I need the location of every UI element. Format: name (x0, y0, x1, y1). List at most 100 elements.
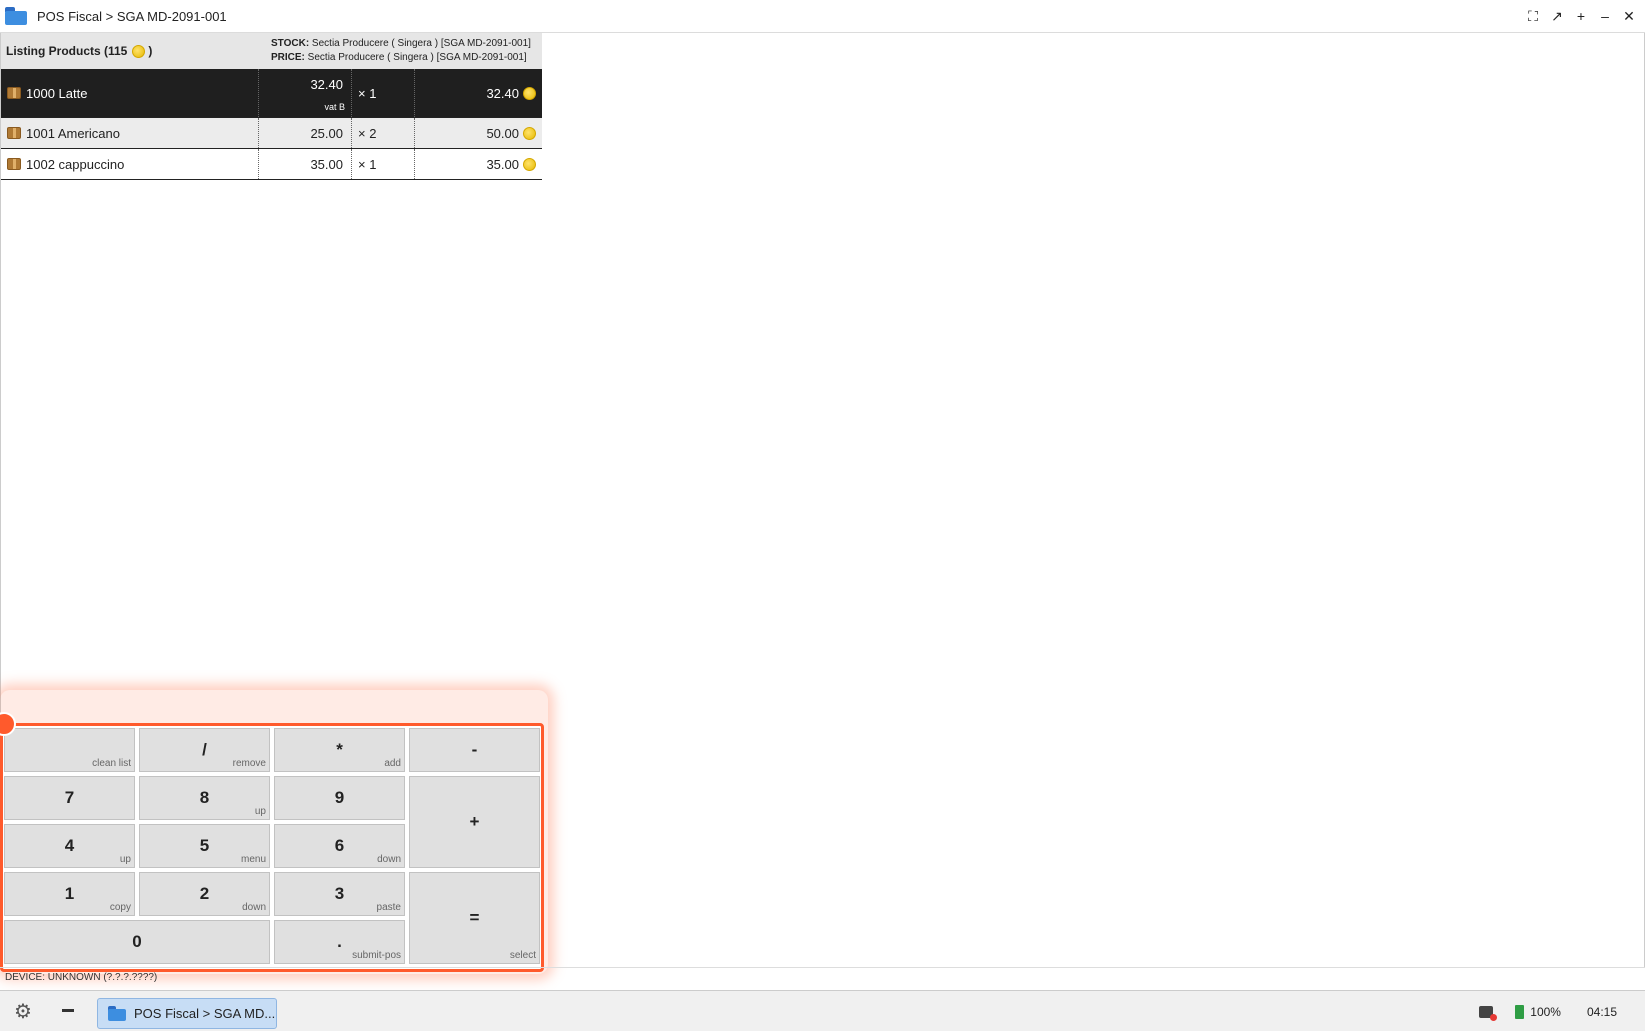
key-7-button[interactable]: 7 (4, 776, 135, 820)
taskbar-app-label: POS Fiscal > SGA MD... (134, 1006, 276, 1021)
product-name: 1000 Latte (26, 85, 88, 101)
dot-button[interactable]: . submit-pos (274, 920, 405, 964)
key-8-button[interactable]: 8 up (139, 776, 270, 820)
key-sub: add (384, 758, 401, 769)
product-total-cell: 50.00 (415, 118, 542, 148)
folder-icon (5, 7, 27, 25)
product-total: 32.40 (486, 85, 519, 101)
minus-button[interactable]: - (409, 728, 540, 772)
key-sub: submit-pos (352, 950, 401, 961)
popout-icon[interactable]: ↗ (1547, 6, 1567, 26)
key-main: = (469, 908, 480, 927)
key-sub: menu (240, 854, 266, 865)
key-main: 2 (199, 884, 210, 903)
key-main: 1 (64, 884, 75, 903)
title-bar: POS Fiscal > SGA MD-2091-001 ⛶ ↗ + – ✕ (0, 0, 1645, 33)
taskbar-app-button[interactable]: POS Fiscal > SGA MD... (97, 998, 277, 1029)
product-price: 25.00 (310, 125, 343, 141)
product-name-cell: 1002 cappuccino (1, 149, 259, 179)
key-sub: select (509, 950, 536, 961)
product-name-cell: 1001 Americano (1, 118, 259, 148)
coin-icon (132, 44, 146, 58)
table-row[interactable]: 1002 cappuccino 35.00 × 1 35.00 (1, 149, 542, 180)
key-sub: remove (232, 758, 266, 769)
price-label: PRICE: (271, 52, 305, 63)
product-price: 35.00 (310, 156, 343, 172)
table-row[interactable]: 1001 Americano 25.00 × 2 50.00 (1, 118, 542, 149)
key-main: + (469, 812, 480, 831)
key-4-button[interactable]: 4 up (4, 824, 135, 868)
device-status: DEVICE: UNKNOWN (?.?.?.????) (0, 967, 1645, 987)
key-sub: up (254, 806, 266, 817)
key-sub: paste (376, 902, 401, 913)
key-main: 3 (334, 884, 345, 903)
product-qty-cell: × 2 (352, 118, 415, 148)
key-main: 9 (334, 788, 345, 807)
coin-icon (523, 86, 536, 100)
listing-title-text: Listing Products (115 (6, 44, 128, 58)
box-icon (7, 127, 21, 139)
key-main: 8 (199, 788, 210, 807)
battery-icon (1515, 1004, 1525, 1019)
gear-icon[interactable]: ⚙ (14, 1002, 34, 1022)
product-name-cell: 1000 Latte (1, 69, 259, 117)
price-value: Sectia Producere ( Singera ) [SGA MD-209… (304, 52, 527, 63)
key-main: * (336, 740, 343, 759)
minimize-all-icon[interactable] (62, 1009, 74, 1012)
listing-title: Listing Products (115 ) (6, 44, 152, 58)
price-line: PRICE: Sectia Producere ( Singera ) [SGA… (271, 51, 531, 65)
product-qty-cell: × 1 (352, 149, 415, 179)
key-main: - (471, 740, 478, 759)
clean-list-button[interactable]: clean list (4, 728, 135, 772)
key-main: 6 (334, 836, 345, 855)
key-6-button[interactable]: 6 down (274, 824, 405, 868)
key-5-button[interactable]: 5 menu (139, 824, 270, 868)
battery-percent: 100% (1530, 1004, 1561, 1019)
fullscreen-icon[interactable]: ⛶ (1523, 6, 1543, 26)
key-3-button[interactable]: 3 paste (274, 872, 405, 916)
key-0-button[interactable]: 0 (4, 920, 270, 964)
stock-line: STOCK: Sectia Producere ( Singera ) [SGA… (271, 37, 531, 51)
add-icon[interactable]: + (1571, 6, 1591, 26)
taskbar: ⚙ POS Fiscal > SGA MD... 100% 04:15 (0, 990, 1645, 1031)
key-main: 0 (132, 932, 142, 951)
window-title: POS Fiscal > SGA MD-2091-001 (37, 8, 227, 24)
equals-button[interactable]: = select (409, 872, 540, 964)
coin-icon (523, 157, 536, 171)
listing-header: Listing Products (115 ) STOCK: Sectia Pr… (1, 33, 542, 69)
product-name: 1002 cappuccino (26, 156, 125, 172)
product-total-cell: 35.00 (415, 149, 542, 179)
product-price-cell: 32.40 vat B (259, 69, 352, 117)
network-error-icon[interactable] (1479, 1005, 1498, 1021)
numeric-keypad: clean list / remove * add - 7 8 up 9 + 4 up … (0, 723, 544, 972)
key-main: 4 (64, 836, 75, 855)
key-main: . (337, 932, 342, 951)
stock-label: STOCK: (271, 38, 310, 49)
key-main: 5 (199, 836, 210, 855)
key-sub: up (119, 854, 131, 865)
product-qty-cell: × 1 (352, 69, 415, 117)
key-1-button[interactable]: 1 copy (4, 872, 135, 916)
close-icon[interactable]: ✕ (1619, 6, 1639, 26)
key-sub: down (377, 854, 401, 865)
stock-value: Sectia Producere ( Singera ) [SGA MD-209… (309, 38, 531, 49)
multiply-button[interactable]: * add (274, 728, 405, 772)
key-9-button[interactable]: 9 (274, 776, 405, 820)
key-2-button[interactable]: 2 down (139, 872, 270, 916)
key-sub: copy (109, 902, 131, 913)
minimize-icon[interactable]: – (1595, 6, 1615, 26)
product-name: 1001 Americano (26, 125, 120, 141)
clock[interactable]: 04:15 (1587, 1005, 1617, 1019)
table-row[interactable]: 1000 Latte 32.40 vat B × 1 32.40 (1, 69, 542, 118)
divide-button[interactable]: / remove (139, 728, 270, 772)
product-listing: Listing Products (115 ) STOCK: Sectia Pr… (1, 33, 542, 180)
system-tray: 100% 04:15 (1479, 991, 1645, 1032)
product-price-cell: 35.00 (259, 149, 352, 179)
key-main: / (202, 740, 207, 759)
product-price-cell: 25.00 (259, 118, 352, 148)
window-controls: ⛶ ↗ + – ✕ (1523, 6, 1639, 26)
listing-title-close: ) (148, 44, 153, 58)
product-price: 32.40 (310, 77, 343, 92)
coin-icon (523, 126, 536, 140)
plus-button[interactable]: + (409, 776, 540, 868)
